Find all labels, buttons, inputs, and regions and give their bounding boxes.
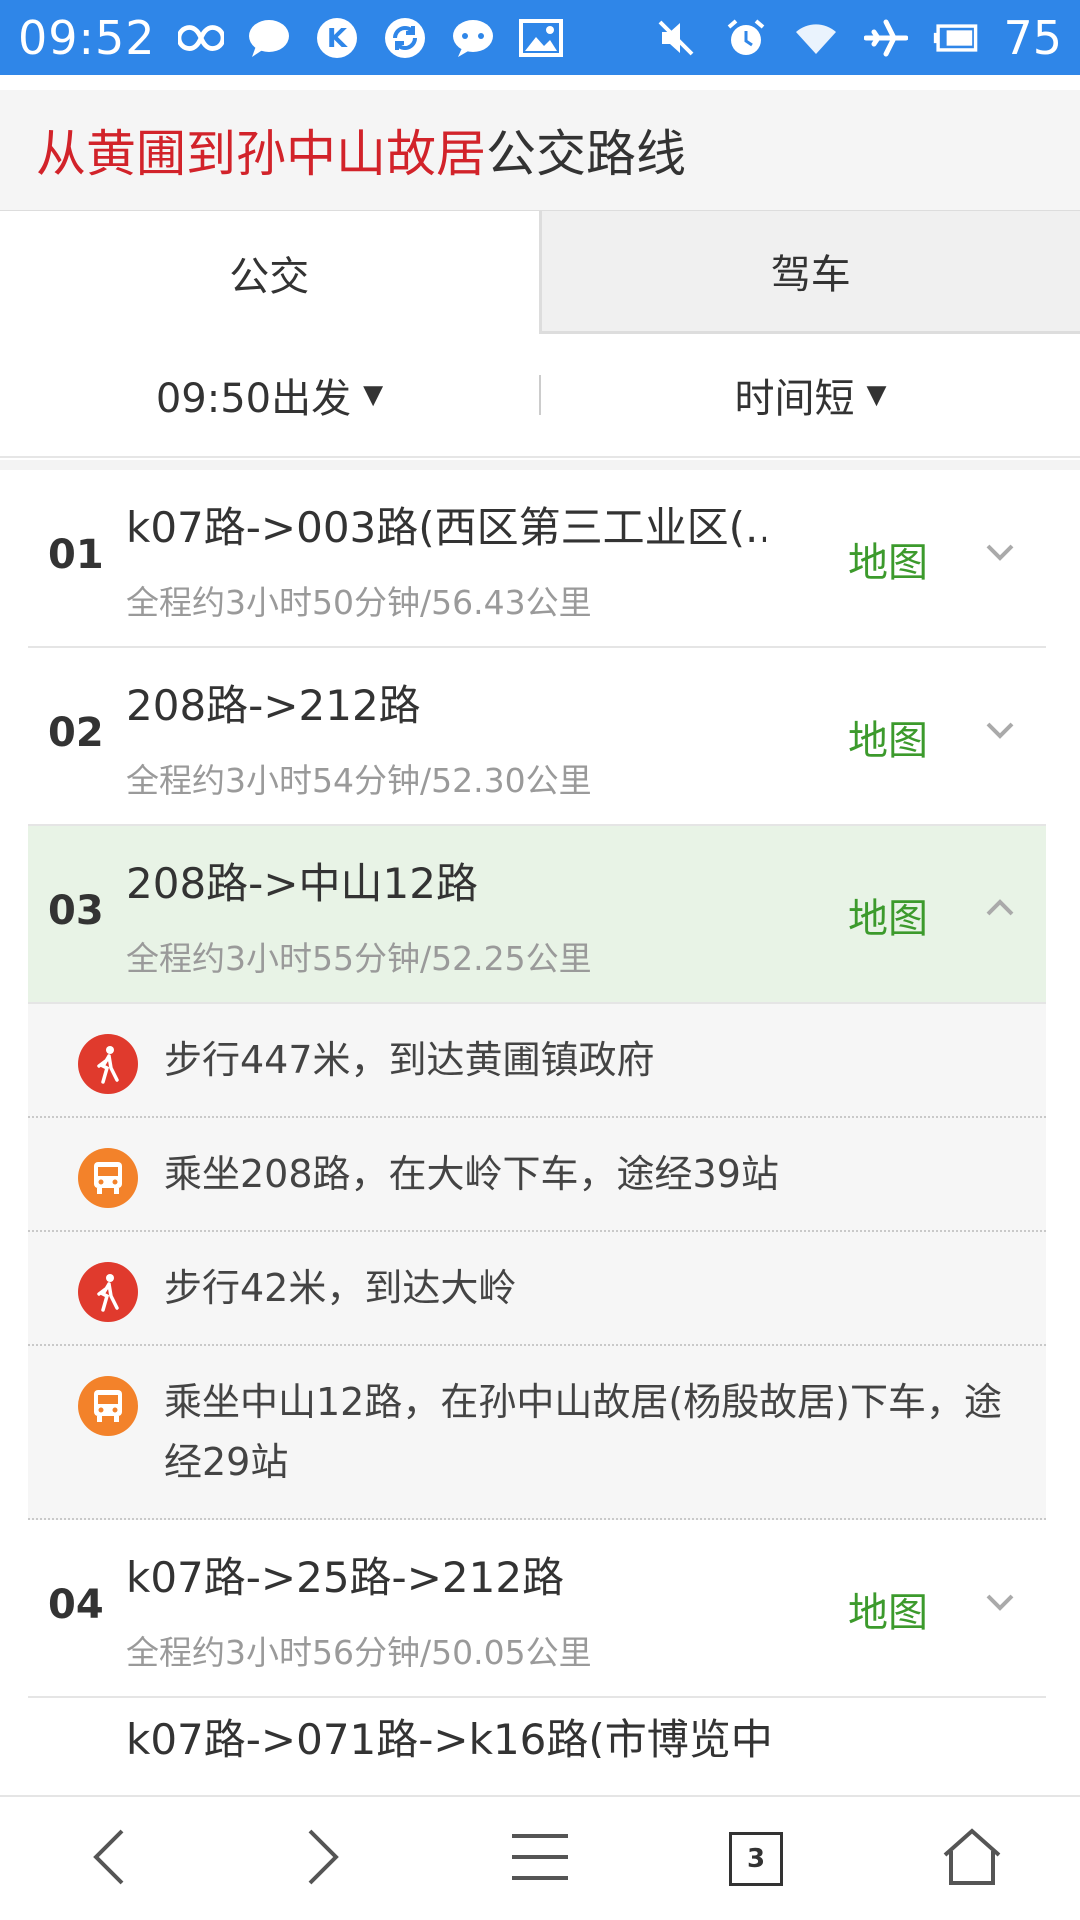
caret-down-icon: ▼ [866,380,887,410]
sort-label: 时间短 [734,376,855,422]
step-item: 步行42米，到达大岭 [28,1232,1046,1346]
chevron-up-icon[interactable] [980,888,1020,928]
walk-icon [78,1262,138,1322]
route-title: k07路->071路->k16路(市博览中 [126,1715,773,1758]
tab-drive-label: 驾车 [770,252,851,298]
status-time: 09:52 [18,10,156,65]
route-title: k07路->003路(西区第三工业区(... [126,503,766,552]
chevron-down-icon[interactable] [980,710,1020,750]
step-text: 步行42米，到达大岭 [164,1266,517,1310]
tab-drive[interactable]: 驾车 [541,211,1080,334]
route-summary: 全程约3小时50分钟/56.43公里 [126,583,592,622]
menu-icon [510,1832,570,1886]
map-link[interactable]: 地图 [848,530,928,588]
chevron-left-icon [90,1827,126,1891]
step-text: 步行447米，到达黄圃镇政府 [164,1038,655,1082]
mute-icon [653,15,699,61]
alarm-icon [723,15,769,61]
map-link[interactable]: 地图 [848,708,928,766]
bus-icon [78,1148,138,1208]
depart-time-dropdown[interactable]: 09:50出发 ▼ [0,366,539,424]
tab-bus-label: 公交 [229,253,310,300]
route-number: 02 [48,710,104,756]
home-button[interactable] [864,1797,1080,1920]
divider [0,460,1080,470]
chevron-down-icon[interactable] [980,1582,1020,1622]
route-item[interactable]: 04 k07路->25路->212路 全程约3小时56分钟/50.05公里 地图 [28,1520,1046,1698]
depart-time-label: 09:50出发 [155,376,352,422]
bus-icon [78,1376,138,1436]
step-item: 乘坐中山12路，在孙中山故居(杨殷故居)下车，途经29站 [28,1346,1046,1520]
browser-bottom-nav: 3 [0,1795,1080,1920]
title-suffix: 公交路线 [486,125,686,183]
chevron-down-icon[interactable] [980,532,1020,572]
battery-level: 75 [1003,10,1062,65]
walk-icon [78,1034,138,1094]
airplane-icon [863,15,909,61]
route-list: 01 k07路->003路(西区第三工业区(... 全程约3小时50分钟/56.… [0,470,1080,1758]
tab-bus[interactable]: 公交 [0,211,542,334]
map-link[interactable]: 地图 [848,886,928,944]
step-item: 乘坐208路，在大岭下车，途经39站 [28,1118,1046,1232]
title-route: 从黄圃到孙中山故居 [36,125,486,183]
route-title: k07路->25路->212路 [126,1553,565,1602]
filter-bar: 09:50出发 ▼ 时间短 ▼ [0,334,1080,458]
page-title: 从黄圃到孙中山故居 公交路线 [0,90,1080,210]
back-button[interactable] [0,1797,216,1920]
route-number: 04 [48,1582,104,1628]
route-number: 03 [48,888,104,934]
menu-button[interactable] [432,1797,648,1920]
route-item-expanded[interactable]: 03 208路->中山12路 全程约3小时55分钟/52.25公里 地图 [28,826,1046,1004]
route-item-partial[interactable]: k07路->071路->k16路(市博览中 [28,1698,1046,1758]
tab-count: 3 [729,1831,783,1886]
route-summary: 全程约3小时56分钟/50.05公里 [126,1633,592,1672]
chevron-right-icon [306,1827,342,1891]
map-link[interactable]: 地图 [848,1580,928,1638]
route-number: 01 [48,532,104,578]
status-bar: 09:52 K 75 [0,0,1080,75]
route-steps: 步行447米，到达黄圃镇政府 乘坐208路，在大岭下车，途经39站 步行42米，… [28,1004,1046,1520]
infinity-icon [177,15,224,61]
tabs-button[interactable]: 3 [648,1797,864,1920]
step-text: 乘坐208路，在大岭下车，途经39站 [164,1152,779,1196]
mode-tabs: 公交 驾车 [0,210,1080,334]
k-app-icon: K [314,15,360,61]
chat-bubble-icon [246,15,292,61]
message-icon [450,15,496,61]
image-icon [518,15,564,61]
route-title: 208路->212路 [126,681,421,730]
sync-icon [382,15,428,61]
route-item[interactable]: 02 208路->212路 全程约3小时54分钟/52.30公里 地图 [28,648,1046,826]
forward-button[interactable] [216,1797,432,1920]
route-summary: 全程约3小时54分钟/52.30公里 [126,761,592,800]
step-item: 步行447米，到达黄圃镇政府 [28,1004,1046,1118]
svg-text:K: K [327,24,348,54]
route-item[interactable]: 01 k07路->003路(西区第三工业区(... 全程约3小时50分钟/56.… [28,470,1046,648]
battery-icon [933,15,979,61]
wifi-icon [793,15,839,61]
route-summary: 全程约3小时55分钟/52.25公里 [126,939,592,978]
caret-down-icon: ▼ [363,380,384,410]
route-title: 208路->中山12路 [126,859,478,908]
step-text: 乘坐中山12路，在孙中山故居(杨殷故居)下车，途经29站 [164,1380,1003,1484]
home-icon [941,1827,1003,1891]
sort-dropdown[interactable]: 时间短 ▼ [541,366,1080,424]
